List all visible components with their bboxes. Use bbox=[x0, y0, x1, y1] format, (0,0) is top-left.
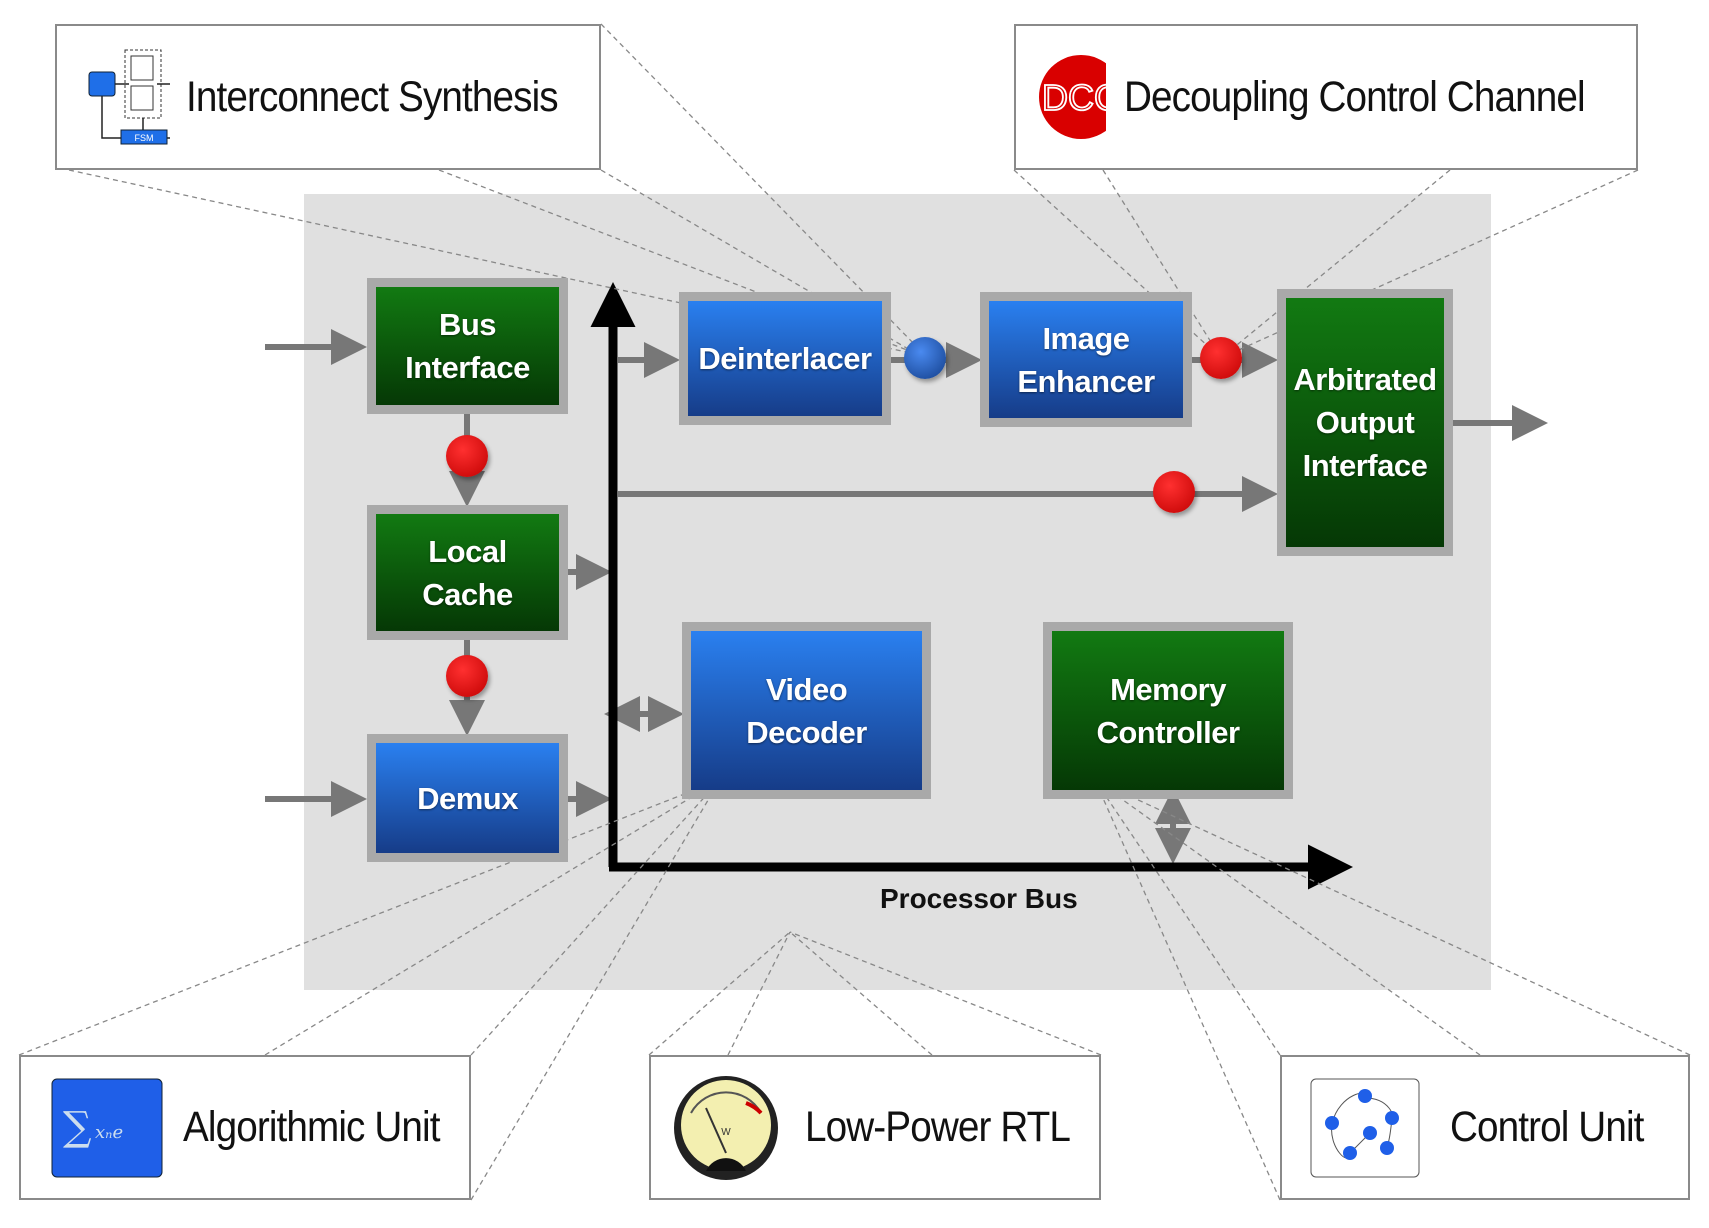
callout-label: Control Unit bbox=[1450, 1103, 1644, 1151]
callout-algorithmic-unit: ∑ xₙe Algorithmic Unit bbox=[19, 1055, 471, 1200]
bus-interface-block: Bus Interface bbox=[367, 278, 568, 414]
interconnect-node-dot bbox=[904, 337, 946, 379]
video-decoder-block: Video Decoder bbox=[682, 622, 931, 799]
svg-text:FSM: FSM bbox=[135, 133, 154, 143]
decoupling-channel-dot bbox=[446, 435, 488, 477]
callout-label: Interconnect Synthesis bbox=[185, 72, 559, 121]
callout-control-unit: Control Unit bbox=[1280, 1055, 1690, 1200]
image-enhancer-block: Image Enhancer bbox=[980, 292, 1192, 427]
dcc-icon: DCC bbox=[1039, 55, 1107, 139]
svg-text:xₙe: xₙe bbox=[95, 1122, 123, 1143]
svg-text:DCC: DCC bbox=[1042, 77, 1106, 118]
callout-label: Low-Power RTL bbox=[804, 1103, 1071, 1151]
memory-controller-block: Memory Controller bbox=[1043, 622, 1293, 799]
callout-low-power-rtl: W Low-Power RTL bbox=[649, 1055, 1101, 1200]
callout-interconnect-synthesis: FSM Interconnect Synthesis bbox=[55, 24, 601, 170]
svg-text:W: W bbox=[721, 1127, 731, 1138]
connections bbox=[18, 23, 1691, 1201]
architecture-diagram: Bus Interface Local Cache Demux Deinterl… bbox=[0, 0, 1709, 1228]
callout-decoupling-control-channel: DCC Decoupling Control Channel bbox=[1014, 24, 1638, 170]
local-cache-block: Local Cache bbox=[367, 505, 568, 640]
fsm-diagram-icon: FSM bbox=[88, 49, 170, 145]
demux-block: Demux bbox=[367, 734, 568, 862]
callout-label: Decoupling Control Channel bbox=[1124, 72, 1586, 121]
state-graph-icon bbox=[1310, 1078, 1420, 1177]
power-meter-icon: W bbox=[674, 1075, 778, 1180]
decoupling-channel-dot bbox=[1200, 337, 1242, 379]
callout-leader-lines bbox=[18, 23, 1691, 1201]
processor-bus-label: Processor Bus bbox=[880, 883, 1078, 914]
svg-text:∑: ∑ bbox=[63, 1104, 92, 1150]
decoupling-channel-dot bbox=[1153, 471, 1195, 513]
deinterlacer-block: Deinterlacer bbox=[679, 292, 891, 425]
dft-formula-icon: ∑ xₙe bbox=[51, 1078, 163, 1177]
callout-label: Algorithmic Unit bbox=[183, 1103, 440, 1151]
decoupling-channel-dot bbox=[446, 655, 488, 697]
arbitrated-output-interface-block: Arbitrated Output Interface bbox=[1277, 289, 1453, 556]
